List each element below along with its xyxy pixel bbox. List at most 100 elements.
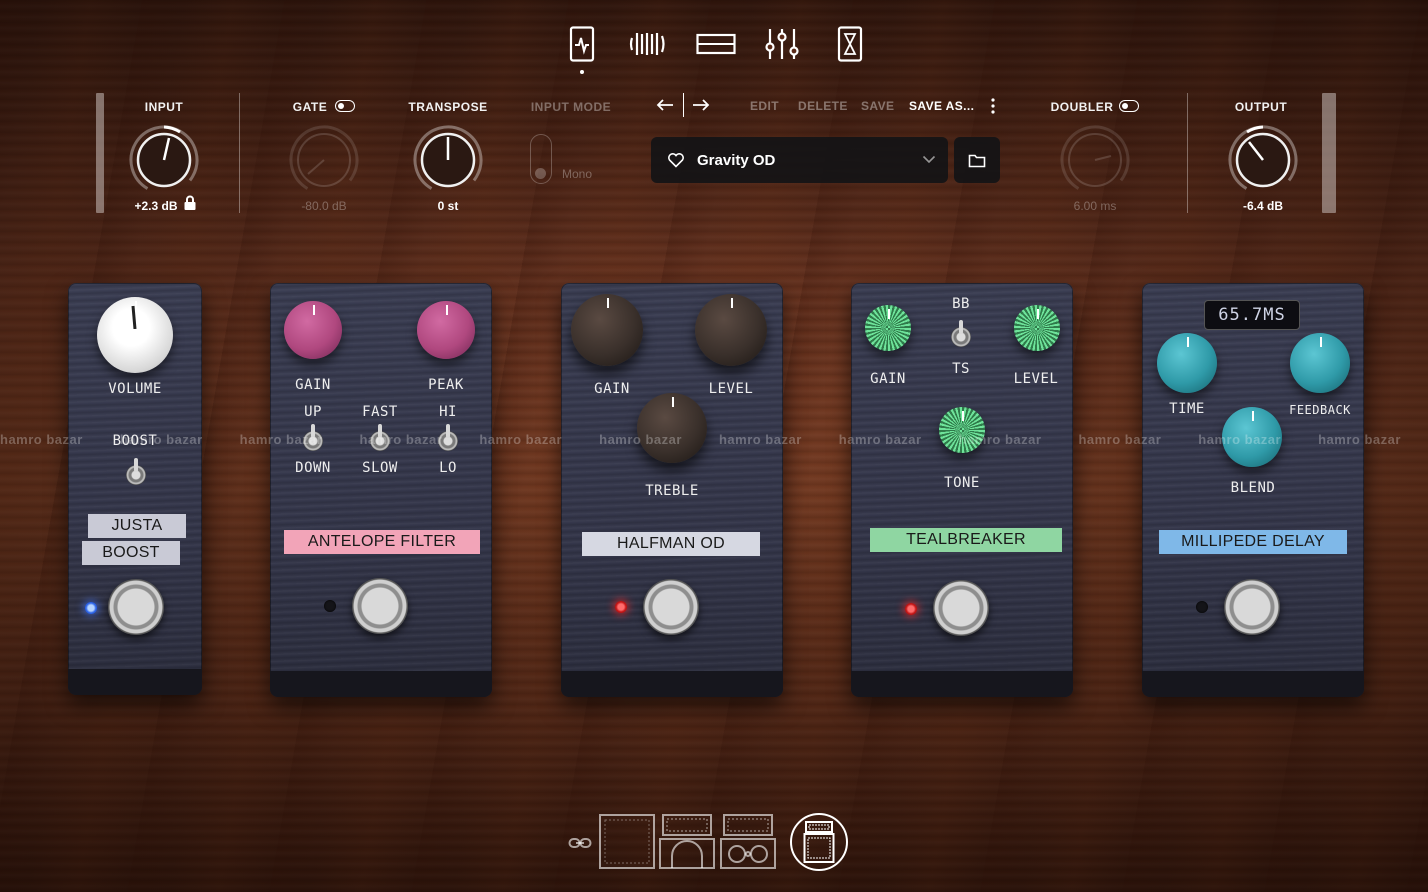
- time-label: TIME: [1169, 401, 1205, 417]
- pedal-tealbreaker[interactable]: BB GAIN TS LEVEL TONE TEALBREAKER: [851, 283, 1073, 697]
- input-mode-value: Mono: [562, 167, 593, 181]
- pedal-plate: BOOST: [82, 541, 180, 565]
- level-knob[interactable]: [1014, 305, 1060, 351]
- stack-cabinet-icon: [803, 821, 835, 863]
- volume-label: VOLUME: [108, 381, 162, 397]
- doubler-label: DOUBLER: [1050, 100, 1114, 114]
- boost-switch[interactable]: [126, 458, 146, 485]
- pedal-antelope-filter[interactable]: GAIN PEAK UP FAST HI DOWN SLOW LO ANTELO…: [270, 283, 492, 697]
- bb-label: BB: [952, 296, 970, 312]
- pedal-led: [905, 603, 917, 615]
- preset-name: Gravity OD: [697, 151, 776, 169]
- save-as-button[interactable]: SAVE AS...: [909, 99, 974, 113]
- amp-icon: [696, 33, 736, 55]
- divider: [683, 93, 684, 117]
- arrow-left-icon[interactable]: [655, 98, 675, 112]
- pedal-plate: TEALBREAKER: [870, 528, 1062, 552]
- treble-knob[interactable]: [637, 393, 707, 463]
- transpose-label: TRANSPOSE: [408, 100, 488, 114]
- tab-pedals[interactable]: [626, 22, 670, 66]
- pedal-plate: JUSTA: [88, 514, 186, 538]
- amp-head-combo-icon[interactable]: [658, 812, 716, 870]
- tab-effects[interactable]: [828, 22, 872, 66]
- footswitch[interactable]: [933, 580, 989, 636]
- time-knob[interactable]: [1157, 333, 1217, 393]
- doubler-toggle[interactable]: [1119, 100, 1139, 112]
- gain-knob[interactable]: [284, 301, 342, 359]
- link-icon[interactable]: [568, 834, 592, 852]
- pedal-led: [85, 602, 97, 614]
- tab-tuner[interactable]: [560, 22, 604, 66]
- gain-knob[interactable]: [571, 294, 643, 366]
- output-level-meter: [1322, 93, 1336, 213]
- footswitch[interactable]: [352, 578, 408, 634]
- feedback-knob[interactable]: [1290, 333, 1350, 393]
- hi-label: HI: [439, 404, 457, 420]
- pedal-justa-boost[interactable]: VOLUME BOOST JUSTA BOOST: [68, 283, 202, 695]
- footswitch[interactable]: [108, 579, 164, 635]
- pedal-led: [324, 600, 336, 612]
- stack-cabinet-selected[interactable]: [790, 813, 848, 871]
- gate-knob[interactable]: [288, 124, 360, 196]
- pedal-led: [1196, 601, 1208, 613]
- footswitch[interactable]: [1224, 579, 1280, 635]
- mixer-sliders-icon: [765, 29, 799, 59]
- treble-label: TREBLE: [645, 483, 699, 499]
- watermark: hamro bazar hamro bazar hamro bazar hamr…: [0, 432, 1401, 447]
- lock-icon[interactable]: [183, 195, 197, 211]
- hourglass-icon: [837, 26, 863, 62]
- tab-amp[interactable]: [694, 22, 738, 66]
- tuner-icon: [569, 26, 595, 62]
- footswitch[interactable]: [643, 579, 699, 635]
- feedback-label: FEEDBACK: [1289, 403, 1351, 417]
- output-knob[interactable]: [1227, 124, 1299, 196]
- knob-pointer: [131, 305, 137, 329]
- transpose-knob[interactable]: [412, 124, 484, 196]
- amp-2x12-icon[interactable]: [719, 812, 777, 870]
- peak-knob[interactable]: [417, 301, 475, 359]
- gain-knob[interactable]: [865, 305, 911, 351]
- input-mode-switch[interactable]: [530, 134, 552, 184]
- up-label: UP: [304, 404, 322, 420]
- preset-selector[interactable]: Gravity OD: [651, 137, 948, 183]
- input-label: INPUT: [144, 100, 184, 114]
- divider: [1187, 93, 1188, 213]
- gain-label: GAIN: [870, 371, 906, 387]
- slow-label: SLOW: [362, 460, 398, 476]
- gate-toggle[interactable]: [335, 100, 355, 112]
- gate-value: -80.0 dB: [301, 199, 347, 213]
- pedal-plate: HALFMAN OD: [582, 532, 760, 556]
- input-mode-label: INPUT MODE: [530, 100, 612, 114]
- blend-label: BLEND: [1230, 480, 1276, 496]
- cabinet-1x12-icon[interactable]: [598, 812, 656, 870]
- edit-button[interactable]: EDIT: [750, 99, 779, 113]
- pedal-led: [615, 601, 627, 613]
- mode-switch[interactable]: [951, 320, 971, 347]
- divider: [239, 93, 240, 213]
- more-vertical-icon[interactable]: [988, 97, 998, 115]
- top-nav: [560, 22, 872, 74]
- delay-time-display: 65.7MS: [1204, 300, 1300, 330]
- input-level-meter: [96, 93, 104, 213]
- transpose-value: 0 st: [437, 199, 459, 213]
- gain-label: GAIN: [295, 377, 331, 393]
- save-button[interactable]: SAVE: [861, 99, 894, 113]
- pedal-halfman-od[interactable]: GAIN LEVEL TREBLE HALFMAN OD: [561, 283, 783, 697]
- heart-icon[interactable]: [667, 152, 685, 168]
- pedal-millipede-delay[interactable]: TIME FEEDBACK BLEND MILLIPEDE DELAY: [1142, 283, 1364, 697]
- folder-button[interactable]: [954, 137, 1000, 183]
- fast-label: FAST: [362, 404, 398, 420]
- input-knob[interactable]: [128, 124, 200, 196]
- doubler-knob[interactable]: [1059, 124, 1131, 196]
- arrow-right-icon[interactable]: [691, 98, 711, 112]
- output-value: -6.4 dB: [1242, 199, 1283, 213]
- peak-label: PEAK: [428, 377, 464, 393]
- gate-label: GATE: [292, 100, 328, 114]
- tab-mixer[interactable]: [760, 22, 804, 66]
- pedal-plate: MILLIPEDE DELAY: [1159, 530, 1347, 554]
- level-knob[interactable]: [695, 294, 767, 366]
- output-label: OUTPUT: [1234, 100, 1288, 114]
- delete-button[interactable]: DELETE: [798, 99, 848, 113]
- doubler-value: 6.00 ms: [1073, 199, 1117, 213]
- input-value: +2.3 dB: [134, 199, 178, 213]
